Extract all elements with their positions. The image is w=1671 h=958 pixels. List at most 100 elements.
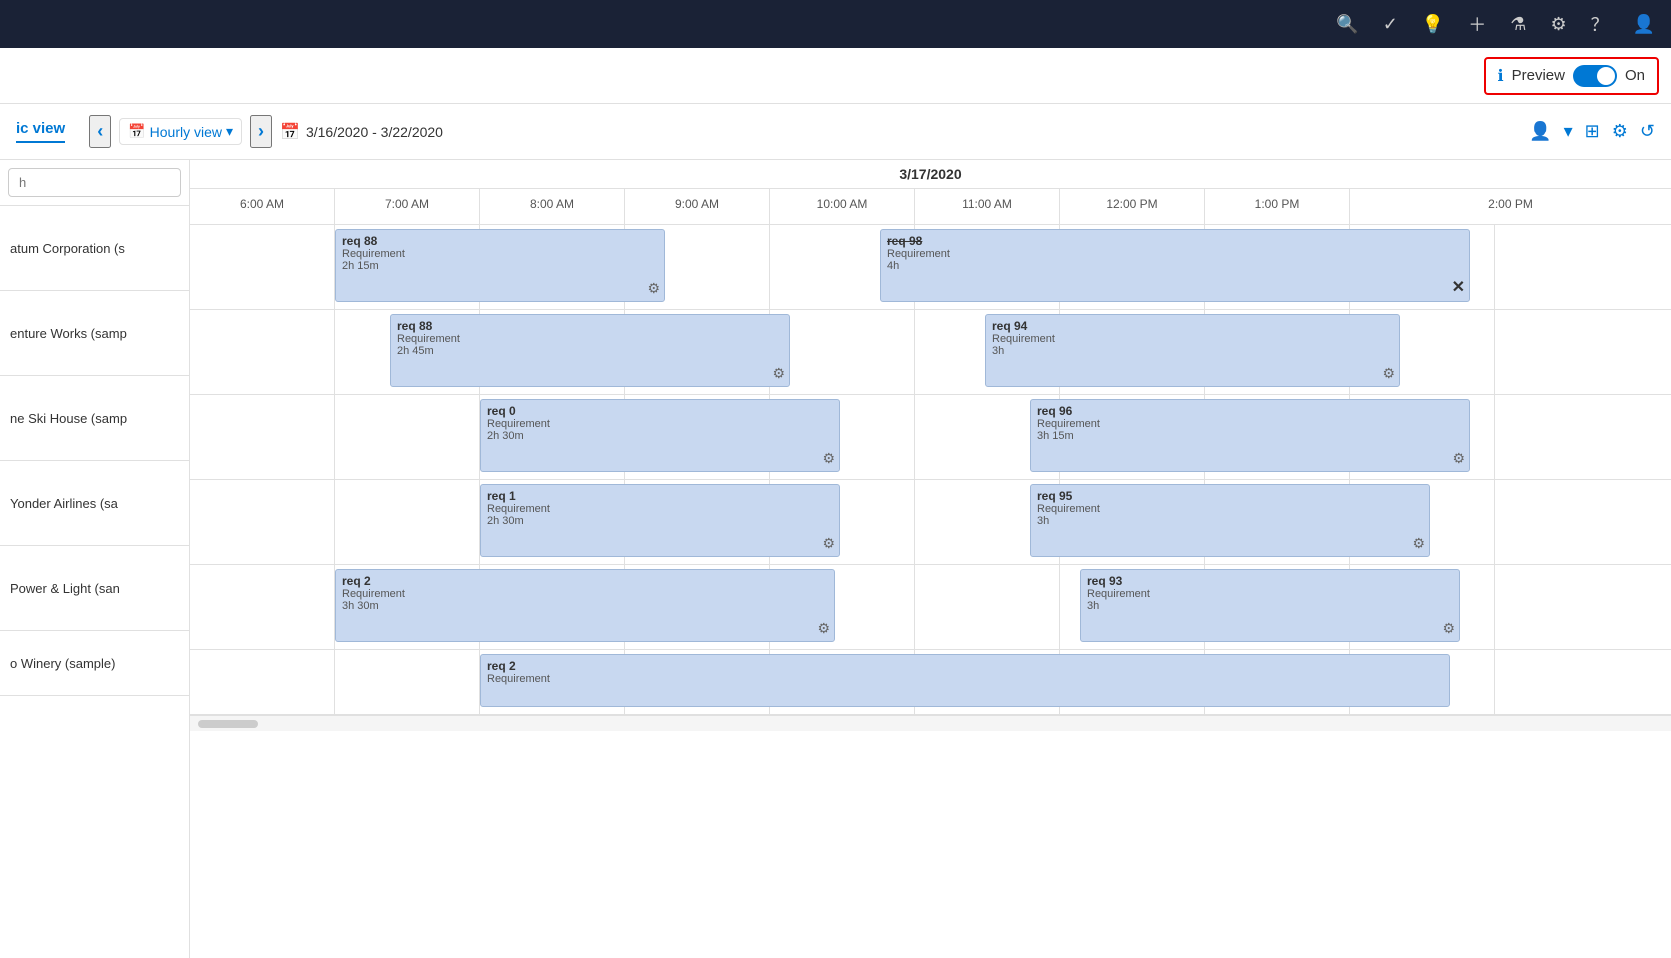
main-content: atum Corporation (s enture Works (samp n…	[0, 160, 1671, 958]
event-card-3[interactable]: req 94Requirement3h⚙	[985, 314, 1400, 387]
cell-2-0	[190, 395, 335, 479]
time-header-7: 1:00 PM	[1205, 189, 1350, 224]
event-duration-4: 2h 30m	[487, 430, 833, 442]
settings-icon-2[interactable]: ⚙	[1612, 121, 1628, 142]
event-card-5[interactable]: req 96Requirement3h 15m⚙	[1030, 399, 1470, 472]
event-drag-icon-8[interactable]: ⚙	[817, 620, 830, 637]
event-title-3: req 94	[992, 319, 1393, 333]
event-card-6[interactable]: req 1Requirement2h 30m⚙	[480, 484, 840, 557]
event-duration-2: 2h 45m	[397, 345, 783, 357]
sidebar-row-0: atum Corporation (s	[0, 206, 189, 291]
lightbulb-icon[interactable]: 💡	[1422, 14, 1444, 35]
event-card-10[interactable]: req 2Requirement	[480, 654, 1450, 707]
calendar-icon: 📅	[128, 123, 145, 140]
event-type-3: Requirement	[992, 333, 1393, 345]
user-icon[interactable]: 👤	[1633, 14, 1655, 35]
cell-3-0	[190, 480, 335, 564]
help-icon[interactable]: ？	[1591, 11, 1609, 37]
event-title-1: req 98	[887, 234, 1463, 248]
event-type-9: Requirement	[1087, 588, 1453, 600]
event-drag-icon-7[interactable]: ⚙	[1412, 535, 1425, 552]
time-header-3: 9:00 AM	[625, 189, 770, 224]
chevron-down-icon: ▾	[226, 123, 233, 140]
cell-3-1	[335, 480, 480, 564]
event-duration-9: 3h	[1087, 600, 1453, 612]
sidebar-rows: atum Corporation (s enture Works (samp n…	[0, 206, 189, 696]
event-card-1[interactable]: req 98Requirement4h✕	[880, 229, 1470, 302]
event-type-10: Requirement	[487, 673, 1443, 685]
event-title-6: req 1	[487, 489, 833, 503]
search-box	[0, 160, 189, 206]
search-icon[interactable]: 🔍	[1336, 14, 1358, 35]
preview-label: Preview	[1512, 67, 1565, 84]
sidebar-row-2: ne Ski House (samp	[0, 376, 189, 461]
grid-row-3: req 1Requirement2h 30m⚙req 95Requirement…	[190, 480, 1671, 565]
preview-toggle[interactable]	[1573, 65, 1617, 87]
event-type-0: Requirement	[342, 248, 658, 260]
search-input[interactable]	[8, 168, 181, 197]
sub-navigation: ic view ‹ 📅 Hourly view ▾ › 📅 3/16/2020 …	[0, 104, 1671, 160]
date-header: 3/17/2020	[190, 160, 1671, 189]
cell-2-1	[335, 395, 480, 479]
settings-icon[interactable]: ⚙	[1550, 14, 1566, 35]
preview-box: ℹ Preview On	[1484, 57, 1659, 95]
sidebar-row-1: enture Works (samp	[0, 291, 189, 376]
grid-icon[interactable]: ⊞	[1585, 121, 1600, 142]
prev-arrow[interactable]: ‹	[89, 115, 111, 148]
event-card-4[interactable]: req 0Requirement2h 30m⚙	[480, 399, 840, 472]
filter-icon[interactable]: ⚗	[1510, 14, 1526, 35]
time-header-4: 10:00 AM	[770, 189, 915, 224]
event-drag-icon-4[interactable]: ⚙	[822, 450, 835, 467]
cell-0-0	[190, 225, 335, 309]
event-card-2[interactable]: req 88Requirement2h 45m⚙	[390, 314, 790, 387]
event-drag-icon-6[interactable]: ⚙	[822, 535, 835, 552]
tab-ic-view[interactable]: ic view	[16, 120, 65, 143]
date-range: 📅 3/16/2020 - 3/22/2020	[280, 122, 443, 142]
cell-1-4	[770, 310, 915, 394]
view-selector-label: Hourly view	[150, 124, 222, 140]
cell-5-1	[335, 650, 480, 714]
view-selector[interactable]: 📅 Hourly view ▾	[119, 118, 242, 145]
time-header-1: 7:00 AM	[335, 189, 480, 224]
grid-row-2: req 0Requirement2h 30m⚙req 96Requirement…	[190, 395, 1671, 480]
grid-row-4: req 2Requirement3h 30m⚙req 93Requirement…	[190, 565, 1671, 650]
event-drag-icon-9[interactable]: ⚙	[1442, 620, 1455, 637]
event-card-7[interactable]: req 95Requirement3h⚙	[1030, 484, 1430, 557]
event-card-9[interactable]: req 93Requirement3h ⚙	[1080, 569, 1460, 642]
event-type-6: Requirement	[487, 503, 833, 515]
next-arrow[interactable]: ›	[250, 115, 272, 148]
grid-row-5: req 2Requirement	[190, 650, 1671, 715]
event-drag-icon-2[interactable]: ⚙	[772, 365, 785, 382]
time-header-6: 12:00 PM	[1060, 189, 1205, 224]
event-type-7: Requirement	[1037, 503, 1423, 515]
sidebar-row-5: o Winery (sample)	[0, 631, 189, 696]
time-header-0: 6:00 AM	[190, 189, 335, 224]
calendar-area: 3/17/2020 6:00 AM 7:00 AM 8:00 AM 9:00 A…	[190, 160, 1671, 958]
event-title-5: req 96	[1037, 404, 1463, 418]
event-close-1[interactable]: ✕	[1452, 277, 1465, 297]
event-card-8[interactable]: req 2Requirement3h 30m⚙	[335, 569, 835, 642]
check-circle-icon[interactable]: ✓	[1383, 14, 1398, 35]
event-type-5: Requirement	[1037, 418, 1463, 430]
scroll-thumb[interactable]	[198, 720, 258, 728]
sub-nav-right: 👤 ▾ ⊞ ⚙ ↺	[1529, 121, 1655, 142]
event-title-9: req 93	[1087, 574, 1453, 588]
cell-1-0	[190, 310, 335, 394]
event-title-7: req 95	[1037, 489, 1423, 503]
date-range-icon: 📅	[280, 122, 300, 142]
event-card-0[interactable]: req 88Requirement2h 15m⚙	[335, 229, 665, 302]
resource-icon[interactable]: 👤	[1529, 121, 1551, 142]
event-drag-icon-0[interactable]: ⚙	[647, 280, 660, 297]
scroll-bar[interactable]	[190, 715, 1671, 731]
time-header-8: 2:00 PM	[1350, 189, 1671, 224]
time-header-2: 8:00 AM	[480, 189, 625, 224]
event-drag-icon-3[interactable]: ⚙	[1382, 365, 1395, 382]
event-type-8: Requirement	[342, 588, 828, 600]
chevron-down-icon-2[interactable]: ▾	[1564, 121, 1573, 142]
event-drag-icon-5[interactable]: ⚙	[1452, 450, 1465, 467]
plus-icon[interactable]: ＋	[1468, 11, 1486, 37]
event-title-0: req 88	[342, 234, 658, 248]
sidebar-row-3: Yonder Airlines (sa	[0, 461, 189, 546]
event-type-2: Requirement	[397, 333, 783, 345]
refresh-icon[interactable]: ↺	[1640, 121, 1655, 142]
